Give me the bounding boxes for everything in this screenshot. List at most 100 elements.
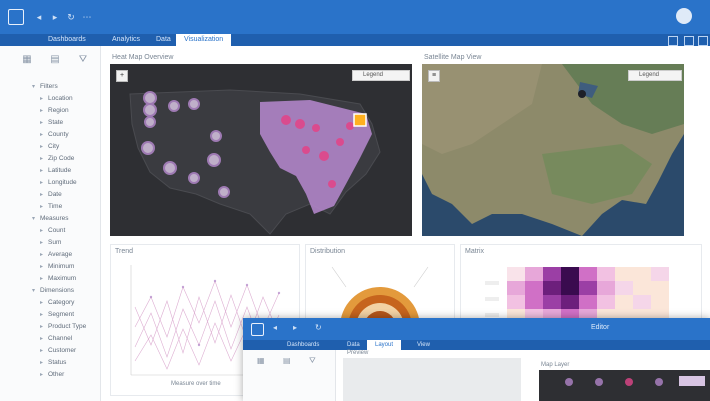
- tree-item[interactable]: ▸ State: [0, 118, 63, 128]
- layers-icon[interactable]: ≡: [428, 70, 440, 82]
- chevron-down-icon[interactable]: ▾: [32, 82, 40, 92]
- editor-refresh-icon[interactable]: ↻: [315, 323, 322, 332]
- tree-item[interactable]: ▾ Measures: [0, 214, 69, 224]
- tree-item[interactable]: ▸ Category: [0, 298, 74, 308]
- editor-tab-data[interactable]: Data: [339, 340, 368, 350]
- tree-item[interactable]: ▸ Minimum: [0, 262, 74, 272]
- tree-item[interactable]: ▸ Channel: [0, 334, 72, 344]
- chevron-right-icon[interactable]: ▸: [40, 106, 48, 116]
- editor-chart-icon[interactable]: ▤: [283, 356, 291, 365]
- map1-legend[interactable]: Legend: [352, 70, 410, 81]
- chevron-down-icon[interactable]: ▾: [32, 286, 40, 296]
- tree-item[interactable]: ▸ Date: [0, 190, 62, 200]
- tree-item[interactable]: ▸ Product Type: [0, 322, 86, 332]
- tree-item[interactable]: ▸ Other: [0, 370, 64, 380]
- editor-window[interactable]: ◂ ▸ ↻ Editor Dashboards Data Layout View…: [243, 318, 710, 401]
- chevron-right-icon[interactable]: ▸: [40, 370, 48, 380]
- chevron-right-icon[interactable]: ▸: [40, 322, 48, 332]
- tree-item-label: Sum: [48, 239, 62, 246]
- chevron-down-icon[interactable]: ▾: [32, 214, 40, 224]
- editor-titlebar: ◂ ▸ ↻ Editor: [243, 318, 710, 340]
- tree-item-label: Segment: [48, 311, 75, 318]
- chevron-right-icon[interactable]: ▸: [40, 130, 48, 140]
- trend-xlabel: Measure over time: [171, 381, 221, 387]
- editor-back-icon[interactable]: ◂: [273, 323, 277, 332]
- chevron-right-icon[interactable]: ▸: [40, 262, 48, 272]
- tree-item[interactable]: ▸ Maximum: [0, 274, 76, 284]
- heat-map[interactable]: + Legend: [110, 64, 412, 236]
- distribution-title: Distribution: [310, 248, 346, 255]
- map2-legend[interactable]: Legend: [628, 70, 682, 81]
- window-titlebar: ◂ ▸ ↻ ⋯: [0, 0, 710, 34]
- chevron-right-icon[interactable]: ▸: [40, 358, 48, 368]
- tree-item[interactable]: ▸ Count: [0, 226, 65, 236]
- menu-icon[interactable]: ⋯: [82, 12, 92, 22]
- tree-item[interactable]: ▸ Customer: [0, 346, 76, 356]
- editor-preview[interactable]: [343, 358, 521, 401]
- chevron-right-icon[interactable]: ▸: [40, 250, 48, 260]
- chevron-right-icon[interactable]: ▸: [40, 202, 48, 212]
- user-avatar-icon[interactable]: [676, 8, 692, 24]
- chevron-right-icon[interactable]: ▸: [40, 310, 48, 320]
- tree-item-label: Longitude: [48, 179, 77, 186]
- editor-forward-icon[interactable]: ▸: [293, 323, 297, 332]
- chart-icon[interactable]: ▤: [48, 54, 62, 68]
- matrix-cells: [507, 267, 669, 323]
- tree-item-label: Minimum: [48, 263, 75, 270]
- tree-item-label: Zip Code: [48, 155, 75, 162]
- tree-item[interactable]: ▸ County: [0, 130, 69, 140]
- editor-grid-icon[interactable]: ▦: [257, 356, 265, 365]
- chevron-right-icon[interactable]: ▸: [40, 166, 48, 176]
- chevron-right-icon[interactable]: ▸: [40, 154, 48, 164]
- tree-item[interactable]: ▸ Region: [0, 106, 69, 116]
- tree-item[interactable]: ▸ Zip Code: [0, 154, 74, 164]
- satellite-map[interactable]: ≡ Legend: [422, 64, 684, 236]
- editor-tab-view[interactable]: View: [409, 340, 438, 350]
- tab-analytics[interactable]: Analytics: [104, 34, 148, 46]
- editor-app-icon[interactable]: [251, 323, 264, 336]
- tree-item[interactable]: ▸ Time: [0, 202, 62, 212]
- settings-icon[interactable]: [684, 36, 694, 46]
- chevron-right-icon[interactable]: ▸: [40, 334, 48, 344]
- app-icon[interactable]: [8, 9, 24, 25]
- editor-section-label: Preview: [347, 350, 369, 356]
- more-icon[interactable]: [698, 36, 708, 46]
- filter-icon[interactable]: ⛛: [76, 54, 90, 68]
- tree-item[interactable]: ▾ Dimensions: [0, 286, 74, 296]
- chevron-right-icon[interactable]: ▸: [40, 190, 48, 200]
- tab-visualization[interactable]: Visualization: [176, 34, 232, 46]
- tree-item[interactable]: ▸ Latitude: [0, 166, 71, 176]
- editor-map-layer[interactable]: [539, 370, 710, 401]
- chevron-right-icon[interactable]: ▸: [40, 298, 48, 308]
- layout-icon[interactable]: [668, 36, 678, 46]
- chevron-right-icon[interactable]: ▸: [40, 178, 48, 188]
- chevron-right-icon[interactable]: ▸: [40, 226, 48, 236]
- tree-item[interactable]: ▸ Status: [0, 358, 66, 368]
- chevron-right-icon[interactable]: ▸: [40, 118, 48, 128]
- chevron-right-icon[interactable]: ▸: [40, 94, 48, 104]
- tree-item[interactable]: ▸ Location: [0, 94, 73, 104]
- chevron-right-icon[interactable]: ▸: [40, 142, 48, 152]
- chevron-right-icon[interactable]: ▸: [40, 346, 48, 356]
- chevron-right-icon[interactable]: ▸: [40, 238, 48, 248]
- editor-filter-icon[interactable]: ⛛: [309, 356, 316, 366]
- back-icon[interactable]: ◂: [34, 12, 44, 22]
- tree-item[interactable]: ▸ Segment: [0, 310, 74, 320]
- editor-tab-dashboards[interactable]: Dashboards: [279, 340, 327, 350]
- editor-tab-layout[interactable]: Layout: [367, 340, 402, 350]
- tree-item[interactable]: ▸ City: [0, 142, 59, 152]
- chevron-right-icon[interactable]: ▸: [40, 274, 48, 284]
- zoom-icon[interactable]: +: [116, 70, 128, 82]
- tab-dashboards[interactable]: Dashboards: [40, 34, 94, 46]
- tree-item[interactable]: ▾ Filters: [0, 82, 58, 92]
- grid-icon[interactable]: ▦: [20, 54, 34, 68]
- tree-item[interactable]: ▸ Sum: [0, 238, 61, 248]
- refresh-icon[interactable]: ↻: [66, 12, 76, 22]
- forward-icon[interactable]: ▸: [50, 12, 60, 22]
- tree-item-label: County: [48, 131, 69, 138]
- editor-sidebar: ▦ ▤ ⛛: [243, 350, 336, 401]
- tree-item[interactable]: ▸ Average: [0, 250, 72, 260]
- matrix-title: Matrix: [465, 248, 485, 255]
- tab-data[interactable]: Data: [148, 34, 179, 46]
- tree-item[interactable]: ▸ Longitude: [0, 178, 77, 188]
